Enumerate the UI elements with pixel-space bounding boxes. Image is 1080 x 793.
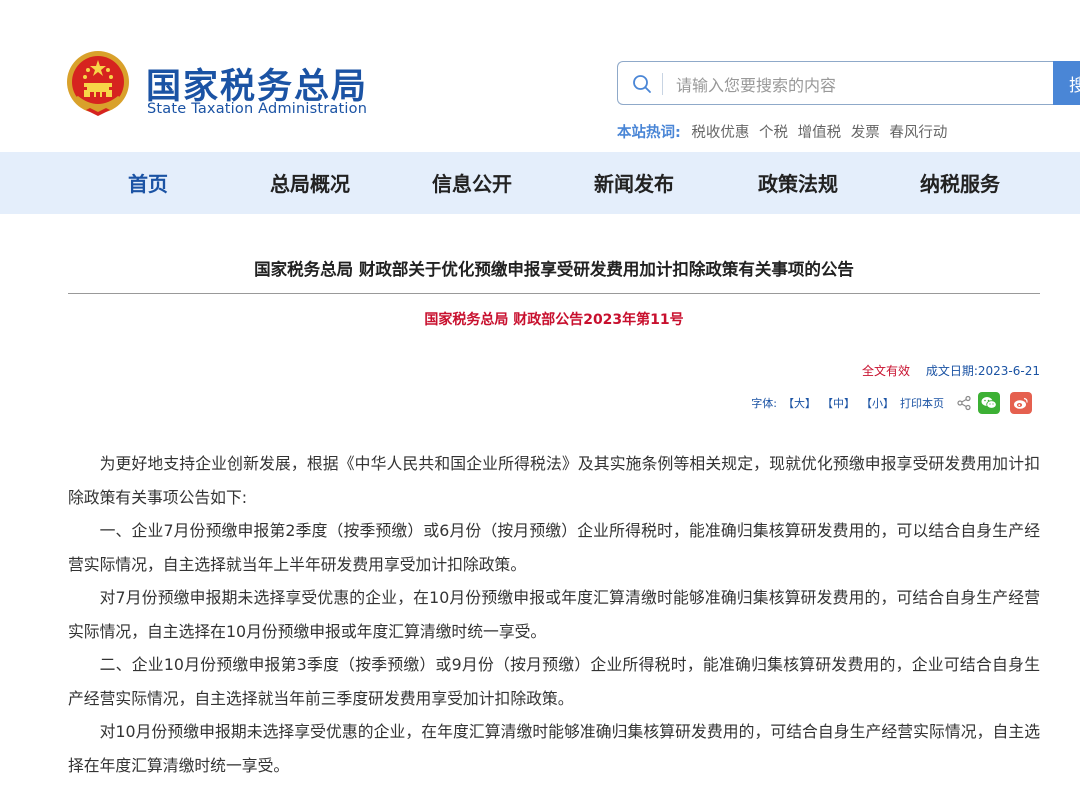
body-paragraph: 一、企业7月份预缴申报第2季度（按季预缴）或6月份（按月预缴）企业所得税时，能准… (68, 521, 1040, 574)
article-tools: 字体: 【大】 【中】 【小】 打印本页 (751, 390, 1032, 416)
hot-keyword-link[interactable]: 增值税 (798, 125, 842, 141)
nav-item-home[interactable]: 首页 (128, 168, 168, 197)
search-button[interactable]: 搜 (1053, 61, 1080, 105)
nav-item-tax-service[interactable]: 纳税服务 (920, 168, 1000, 197)
body-paragraph: 对10月份预缴申报期未选择享受优惠的企业，在年度汇算清缴时能够准确归集核算研发费… (68, 722, 1040, 775)
font-size-label: 字体: (751, 397, 777, 410)
date-value: 2023-6-21 (977, 364, 1040, 378)
wechat-share-icon[interactable] (978, 392, 1000, 414)
nav-item-overview[interactable]: 总局概况 (270, 168, 350, 197)
search-input[interactable] (674, 70, 1038, 100)
nav-item-news[interactable]: 新闻发布 (594, 168, 674, 197)
print-button[interactable]: 打印本页 (900, 395, 944, 411)
hot-keyword-link[interactable]: 个税 (759, 125, 788, 141)
national-emblem-icon[interactable] (66, 50, 130, 120)
nav-item-info-disclosure[interactable]: 信息公开 (432, 168, 512, 197)
validity-status: 全文有效 (862, 364, 911, 378)
weibo-share-icon[interactable] (1010, 392, 1032, 414)
site-name-english[interactable]: State Taxation Administration (147, 101, 367, 117)
date-label: 成文日期: (925, 364, 978, 378)
body-paragraph: 对7月份预缴申报期未选择享受优惠的企业，在10月份预缴申报或年度汇算清缴时能够准… (68, 588, 1040, 641)
article-body: 为更好地支持企业创新发展，根据《中华人民共和国企业所得税法》及其实施条例等相关规… (68, 447, 1040, 782)
main-nav: 首页 总局概况 信息公开 新闻发布 政策法规 纳税服务 (0, 152, 1080, 214)
body-paragraph: 二、企业10月份预缴申报第3季度（按季预缴）或9月份（按月预缴）企业所得税时，能… (68, 655, 1040, 708)
search-box (617, 61, 1053, 105)
font-large-button[interactable]: 【大】 (783, 395, 816, 411)
nav-item-policy[interactable]: 政策法规 (758, 168, 838, 197)
search-divider (662, 73, 663, 95)
site-header: 国家税务总局 State Taxation Administration 搜 本… (0, 0, 1080, 152)
article-meta: 全文有效 成文日期:2023-6-21 (862, 362, 1040, 379)
hot-keyword-link[interactable]: 税收优惠 (691, 125, 749, 141)
document-number: 国家税务总局 财政部公告2023年第11号 (424, 312, 684, 328)
hot-keyword-link[interactable]: 春风行动 (889, 125, 947, 141)
font-medium-button[interactable]: 【中】 (822, 395, 855, 411)
body-paragraph: 为更好地支持企业创新发展，根据《中华人民共和国企业所得税法》及其实施条例等相关规… (68, 454, 1040, 507)
hot-keywords: 本站热词: 税收优惠 个税 增值税 发票 春风行动 (617, 121, 952, 142)
search-icon[interactable] (632, 74, 652, 94)
title-divider (68, 293, 1040, 294)
hot-keywords-label: 本站热词: (617, 125, 681, 141)
article-title: 国家税务总局 财政部关于优化预缴申报享受研发费用加计扣除政策有关事项的公告 (254, 260, 854, 279)
share-icon[interactable] (956, 395, 972, 411)
font-small-button[interactable]: 【小】 (861, 395, 894, 411)
hot-keyword-link[interactable]: 发票 (851, 125, 880, 141)
